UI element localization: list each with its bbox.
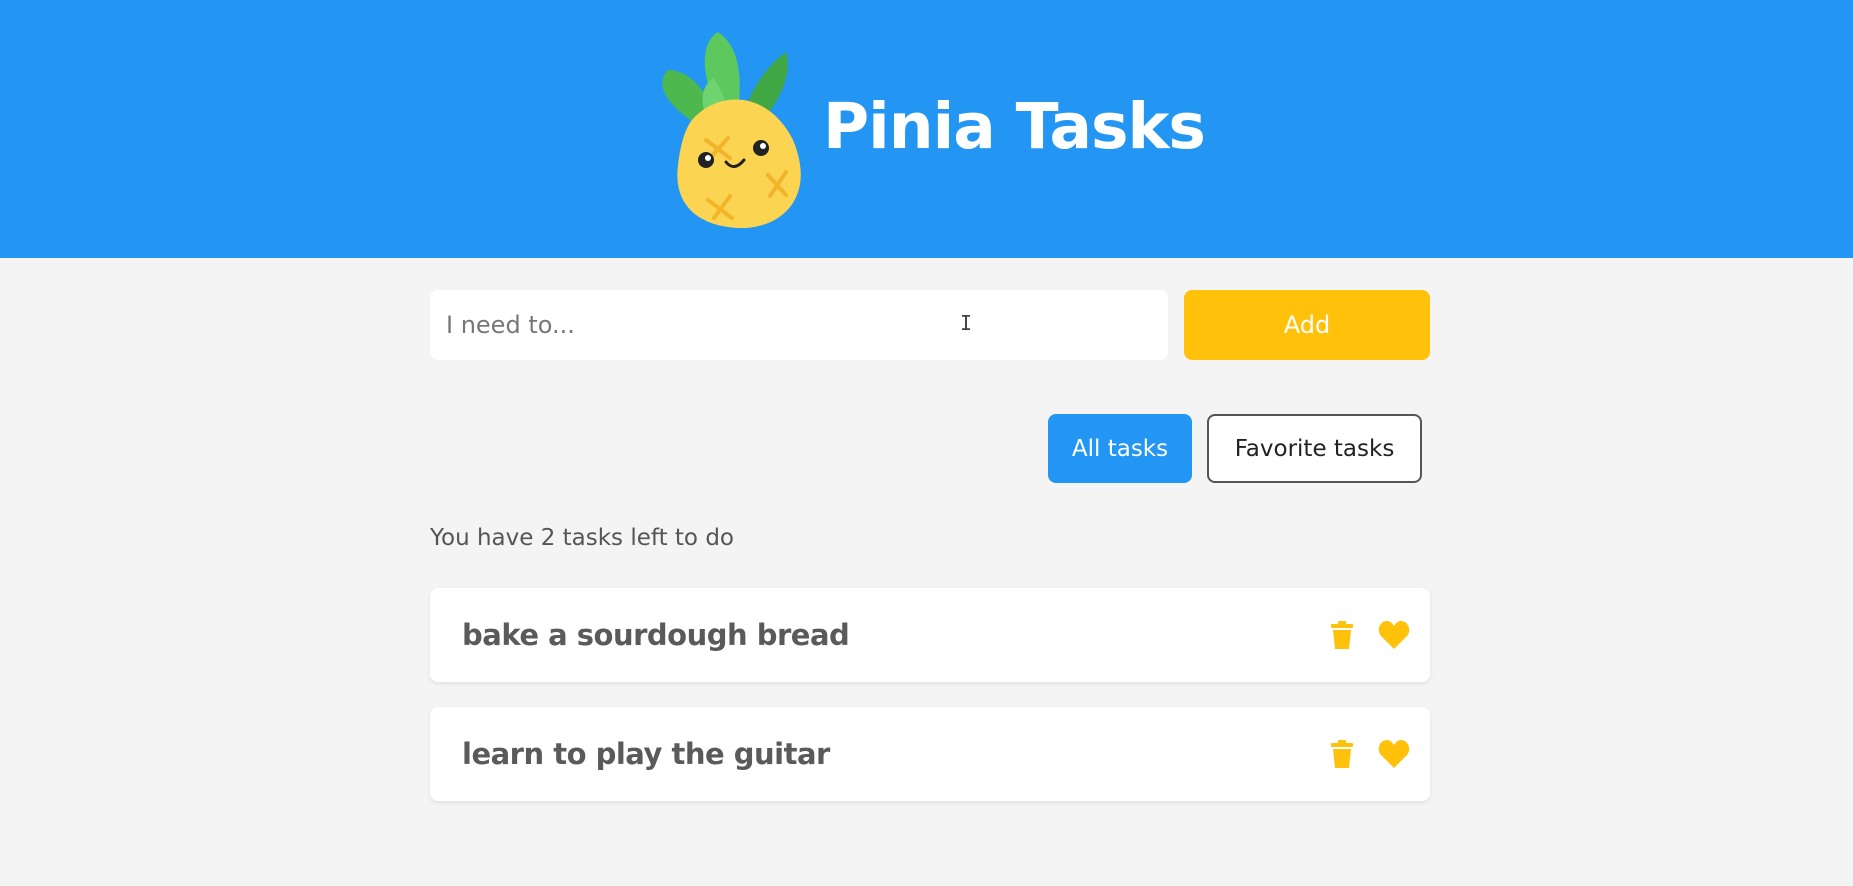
text-cursor-icon: I (960, 311, 973, 335)
app-header: Pinia Tasks (0, 0, 1853, 258)
all-tasks-filter-button[interactable]: All tasks (1048, 414, 1192, 483)
heart-icon[interactable] (1378, 738, 1410, 770)
favorite-tasks-filter-button[interactable]: Favorite tasks (1207, 414, 1422, 483)
task-item: learn to play the guitar (430, 707, 1430, 801)
pineapple-icon (662, 32, 801, 228)
new-task-input[interactable] (430, 290, 1168, 360)
trash-icon[interactable] (1326, 738, 1358, 770)
heart-icon[interactable] (1378, 619, 1410, 651)
tasks-left-summary: You have 2 tasks left to do (430, 525, 734, 551)
task-item: bake a sourdough bread (430, 588, 1430, 682)
trash-icon[interactable] (1326, 619, 1358, 651)
task-title: bake a sourdough bread (462, 618, 850, 652)
task-title: learn to play the guitar (462, 737, 830, 771)
app-title: Pinia Tasks (823, 90, 1206, 163)
add-task-button[interactable]: Add (1184, 290, 1430, 360)
